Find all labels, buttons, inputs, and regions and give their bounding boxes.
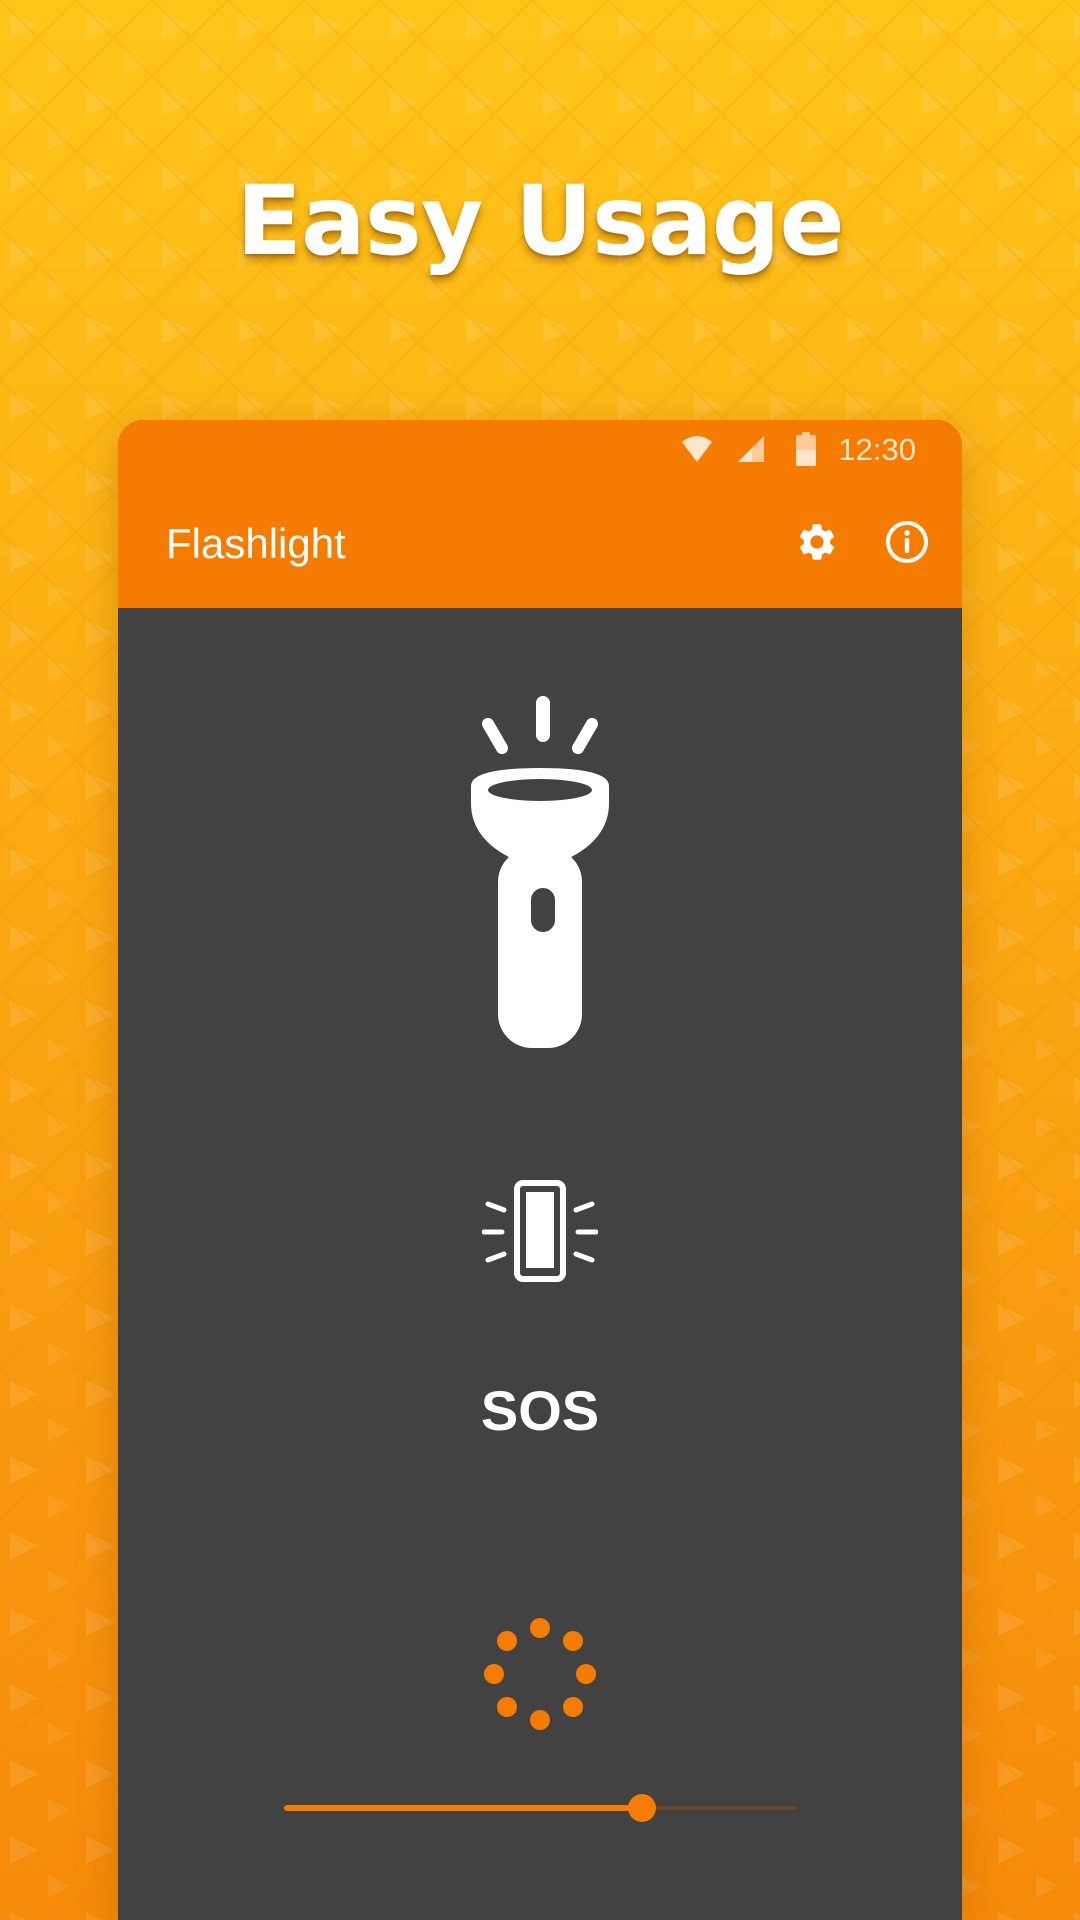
slider-thumb[interactable] xyxy=(628,1794,657,1822)
slider-fill xyxy=(284,1805,643,1811)
settings-button[interactable] xyxy=(785,510,849,574)
phone-mockup: 12:30 Flashlight SOS xyxy=(118,420,962,1920)
status-bar: 12:30 xyxy=(118,420,962,480)
battery-icon xyxy=(796,432,816,466)
main-content: SOS xyxy=(118,608,962,1920)
brightness-dots-icon[interactable] xyxy=(484,1618,596,1730)
status-time: 12:30 xyxy=(838,432,916,467)
gear-icon xyxy=(799,524,835,560)
strobe-button[interactable] xyxy=(482,1180,598,1284)
info-button[interactable] xyxy=(875,510,939,574)
brightness-slider[interactable] xyxy=(284,1788,796,1828)
app-title: Flashlight xyxy=(166,520,346,567)
info-icon xyxy=(886,521,928,563)
app-bar: Flashlight xyxy=(118,480,962,608)
sos-button[interactable]: SOS xyxy=(118,1378,962,1443)
signal-icon xyxy=(738,436,764,462)
flashlight-icon[interactable] xyxy=(455,688,625,1048)
headline: Easy Usage xyxy=(236,165,844,277)
wifi-icon xyxy=(682,436,712,462)
